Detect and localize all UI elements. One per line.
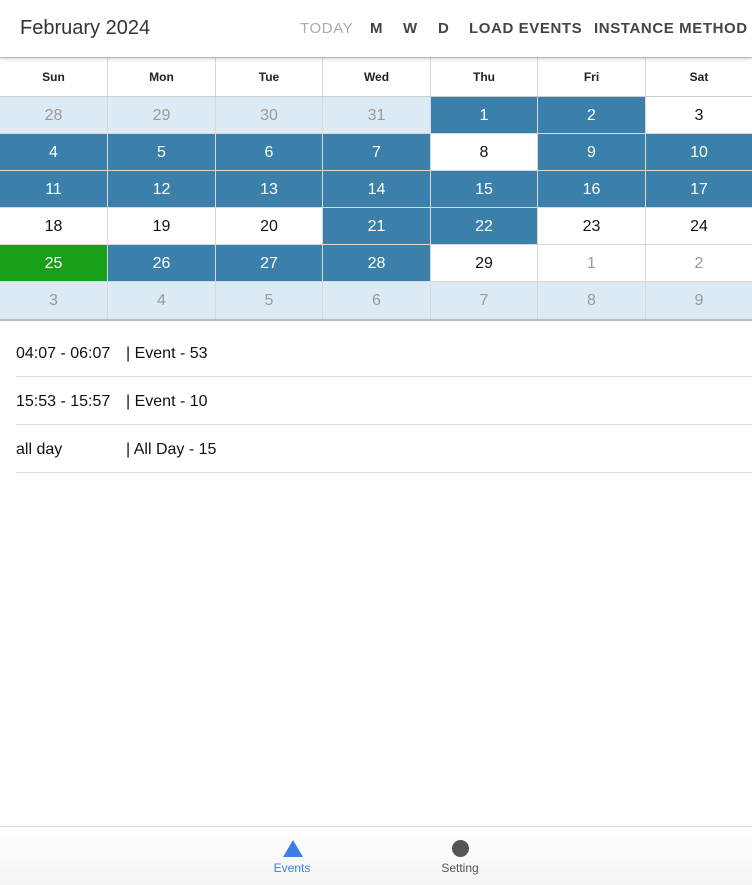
day-cell[interactable]: 12 [108, 171, 216, 208]
day-cell[interactable]: 7 [431, 282, 538, 319]
day-cell[interactable]: 8 [431, 134, 538, 171]
day-cell[interactable]: 31 [323, 97, 431, 134]
event-list: 04:07 - 06:07 | Event - 53 15:53 - 15:57… [16, 329, 752, 473]
day-cell[interactable]: 24 [646, 208, 752, 245]
day-cell[interactable]: 18 [0, 208, 108, 245]
day-cell[interactable]: 11 [0, 171, 108, 208]
day-cell[interactable]: 28 [323, 245, 431, 282]
day-cell[interactable]: 5 [108, 134, 216, 171]
day-cell[interactable]: 19 [108, 208, 216, 245]
today-button[interactable]: TODAY [300, 20, 353, 37]
day-cell[interactable]: 6 [216, 134, 323, 171]
load-events-button[interactable]: LOAD EVENTS [469, 20, 582, 37]
day-cell[interactable]: 29 [108, 97, 216, 134]
triangle-icon [283, 840, 303, 857]
day-cell[interactable]: 29 [431, 245, 538, 282]
day-cell[interactable]: 10 [646, 134, 752, 171]
day-cell[interactable]: 9 [538, 134, 646, 171]
event-title: | All Day - 15 [126, 441, 217, 458]
week-view-button[interactable]: W [403, 20, 418, 37]
tab-setting-label: Setting [441, 861, 479, 875]
day-cell[interactable]: 3 [646, 97, 752, 134]
day-cell[interactable]: 1 [538, 245, 646, 282]
weekday-sun: Sun [0, 58, 108, 96]
weekday-fri: Fri [538, 58, 646, 96]
event-title: | Event - 10 [126, 393, 208, 410]
day-cell[interactable]: 23 [538, 208, 646, 245]
weekday-sat: Sat [689, 70, 709, 84]
day-view-button[interactable]: D [438, 20, 449, 37]
day-cell[interactable]: 4 [108, 282, 216, 319]
day-cell[interactable]: 27 [216, 245, 323, 282]
day-cell[interactable]: 15 [431, 171, 538, 208]
weekday-tue: Tue [216, 58, 323, 96]
day-cell[interactable]: 20 [216, 208, 323, 245]
instance-method-button[interactable]: INSTANCE METHOD [594, 20, 748, 37]
day-cell[interactable]: 6 [323, 282, 431, 319]
month-title: February 2024 [20, 17, 151, 39]
circle-icon [452, 840, 469, 857]
weekday-mon: Mon [108, 58, 216, 96]
weekday-header-row: Sun Mon Tue Wed Thu Fri Sat [0, 58, 752, 97]
tab-events-label: Events [273, 861, 311, 875]
day-cell[interactable]: 3 [0, 282, 108, 319]
day-cell[interactable]: 17 [646, 171, 752, 208]
day-cell-selected[interactable]: 25 [0, 245, 108, 282]
calendar-header: February 2024 TODAY M W D LOAD EVENTS IN… [0, 0, 752, 57]
day-cell[interactable]: 5 [216, 282, 323, 319]
event-time: 04:07 - 06:07 [16, 345, 111, 362]
event-item[interactable]: 04:07 - 06:07 | Event - 53 [16, 329, 752, 377]
day-cell[interactable]: 1 [431, 97, 538, 134]
day-cell[interactable]: 14 [323, 171, 431, 208]
day-cell[interactable]: 28 [0, 97, 108, 134]
month-view-button[interactable]: M [370, 20, 383, 37]
day-cell[interactable]: 7 [323, 134, 431, 171]
event-time: all day [16, 441, 63, 458]
day-cell[interactable]: 4 [0, 134, 108, 171]
tab-setting[interactable]: Setting [420, 827, 500, 885]
month-calendar: Sun Mon Tue Wed Thu Fri Sat 28 29 30 31 … [0, 57, 752, 321]
day-cell[interactable]: 21 [323, 208, 431, 245]
day-cell[interactable]: 26 [108, 245, 216, 282]
bottom-tab-bar: Events Setting [0, 826, 752, 885]
event-item[interactable]: all day | All Day - 15 [16, 425, 752, 473]
day-cell[interactable]: 30 [216, 97, 323, 134]
day-cell[interactable]: 13 [216, 171, 323, 208]
day-cell[interactable]: 8 [538, 282, 646, 319]
day-cell[interactable]: 22 [431, 208, 538, 245]
event-time: 15:53 - 15:57 [16, 393, 111, 410]
day-cell[interactable]: 2 [646, 245, 752, 282]
tab-events[interactable]: Events [252, 827, 332, 885]
day-cell[interactable]: 2 [538, 97, 646, 134]
day-cell[interactable]: 9 [646, 282, 752, 319]
event-item[interactable]: 15:53 - 15:57 | Event - 10 [16, 377, 752, 425]
event-title: | Event - 53 [126, 345, 208, 362]
weekday-wed: Wed [323, 58, 431, 96]
weekday-thu: Thu [431, 58, 538, 96]
day-cell[interactable]: 16 [538, 171, 646, 208]
